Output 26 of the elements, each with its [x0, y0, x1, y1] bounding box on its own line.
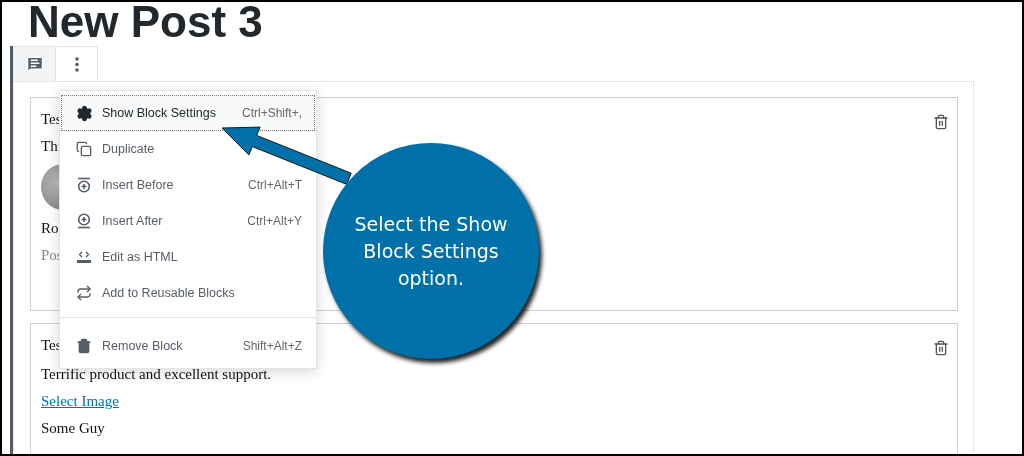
gear-icon [76, 104, 94, 122]
menu-item[interactable]: Show Block Settings Ctrl+Shift+, [61, 95, 315, 131]
menu-item[interactable]: Duplicate [61, 131, 315, 167]
post-title[interactable]: New Post 3 [28, 2, 1022, 46]
menu-item[interactable]: Add to Reusable Blocks [61, 275, 315, 311]
menu-item[interactable]: Insert After Ctrl+Alt+Y [61, 203, 315, 239]
copy-icon [76, 141, 94, 157]
shortcut-text: Ctrl+Shift+, [241, 106, 302, 120]
shortcut-text: Ctrl+Alt+T [248, 178, 302, 192]
delete-icon[interactable] [933, 340, 949, 356]
menu-item[interactable]: Edit as HTML [61, 239, 315, 275]
menu-item[interactable]: Insert Before Ctrl+Alt+T [61, 167, 315, 203]
select-image-link[interactable]: Select Image [41, 392, 119, 410]
shortcut-text: Ctrl+Alt+Y [247, 214, 302, 228]
callout-bubble: Select the Show Block Settings option. [323, 143, 539, 359]
more-icon [74, 56, 79, 72]
delete-icon[interactable] [933, 114, 949, 130]
message-icon [25, 55, 44, 73]
code-icon [76, 250, 94, 264]
card-text: Some Guy [41, 419, 105, 437]
card-text: Terrific product and excellent support. [41, 365, 272, 383]
menu-item[interactable]: Remove Block Shift+Alt+Z [61, 328, 315, 364]
shortcut-text: Shift+Alt+Z [242, 339, 302, 353]
card-text: Ro [41, 219, 59, 237]
block-type-button[interactable] [13, 46, 56, 81]
repeat-icon [76, 285, 94, 301]
